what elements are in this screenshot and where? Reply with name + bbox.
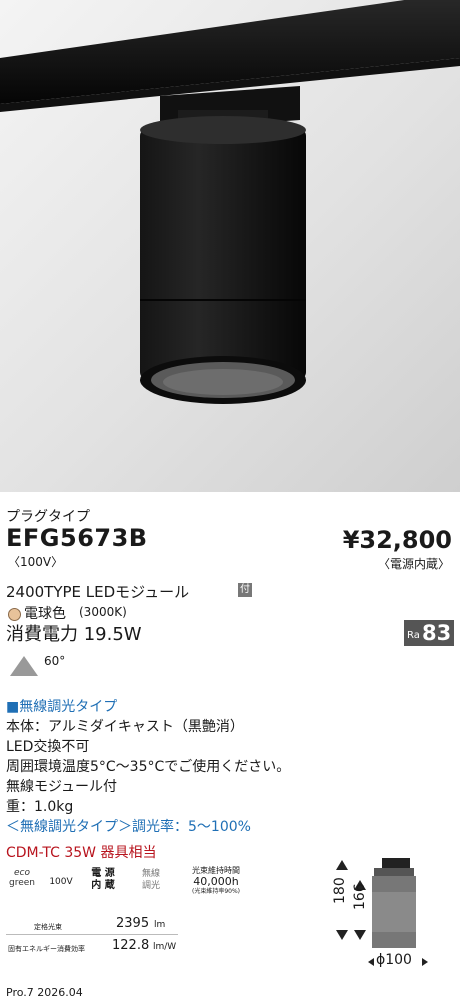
rated-flux-unit: lm bbox=[154, 920, 166, 930]
price-note: 〈電源内蔵〉 bbox=[377, 557, 450, 571]
efficiency-value: 122.8 bbox=[112, 938, 150, 953]
life-value: 40,000h bbox=[193, 875, 239, 888]
height-total: 180 bbox=[332, 877, 348, 904]
lifetime-icon: 光束維持時間 40,000h (光束維持率90%) bbox=[178, 866, 254, 898]
feature-line: 無線モジュール付 bbox=[6, 779, 118, 795]
eco-green-icon: eco green bbox=[6, 868, 38, 896]
equivalent-lamp: CDM-TC 35W 器具相当 bbox=[6, 845, 157, 861]
wireless-line1: 無線 bbox=[141, 869, 160, 879]
beam-angle-icon bbox=[10, 656, 38, 676]
model-number: EFG5673B bbox=[6, 524, 148, 552]
spotlight-illustration bbox=[0, 0, 460, 404]
eco-bottom: green bbox=[9, 878, 35, 888]
life-note: (光束維持率90%) bbox=[191, 888, 241, 895]
feature-line: 重：1.0kg bbox=[6, 799, 74, 815]
dimming-range: ＜無線調光タイプ＞調光率：5～100% bbox=[6, 819, 251, 835]
voltage-label: 〈100V〉 bbox=[8, 555, 64, 569]
cylinder-body bbox=[140, 128, 306, 380]
ra-value: 83 bbox=[422, 621, 452, 645]
efficiency-unit: lm/W bbox=[153, 942, 177, 952]
beam-angle: 60° bbox=[44, 654, 66, 668]
height-body: 166 bbox=[352, 883, 368, 910]
color-temp: (3000K) bbox=[79, 605, 127, 619]
wireless-line2: 調光 bbox=[141, 881, 160, 891]
feature-line: LED交換不可 bbox=[6, 739, 90, 755]
product-photo bbox=[0, 0, 460, 492]
divider bbox=[6, 934, 178, 935]
voltage-icon: 100V bbox=[49, 877, 73, 887]
ra-badge: Ra 83 bbox=[404, 620, 454, 646]
included-badge: 付 bbox=[238, 583, 252, 597]
efficiency-label: 固有エネルギー消費効率 bbox=[8, 945, 85, 953]
wireless-dimming-icon: 無線 調光 bbox=[136, 868, 166, 894]
feature-line: 本体：アルミダイキャスト（黒艶消） bbox=[6, 719, 244, 735]
features-heading: ■無線調光タイプ bbox=[6, 699, 118, 715]
module-name: 2400TYPE LEDモジュール bbox=[6, 583, 190, 601]
type-label: プラグタイプ bbox=[6, 509, 90, 525]
rated-flux-value: 2395 bbox=[116, 916, 150, 931]
power-supply-line1: 電 源 bbox=[91, 868, 115, 879]
ra-label: Ra bbox=[407, 630, 420, 641]
eco-top: eco bbox=[14, 868, 30, 878]
power-consumption: 消費電力 19.5W bbox=[6, 624, 142, 645]
diameter: ϕ100 bbox=[376, 952, 412, 968]
footer-revision: Pro.7 2026.04 bbox=[6, 986, 83, 999]
rated-flux-label: 定格光束 bbox=[34, 923, 62, 931]
price: ¥32,800 bbox=[342, 526, 452, 554]
feature-line: 周囲環境温度5°C～35°Cでご使用ください。 bbox=[6, 759, 291, 775]
power-supply-line2: 内 蔵 bbox=[91, 880, 115, 891]
builtin-power-icon: 電 源 内 蔵 bbox=[88, 868, 118, 894]
